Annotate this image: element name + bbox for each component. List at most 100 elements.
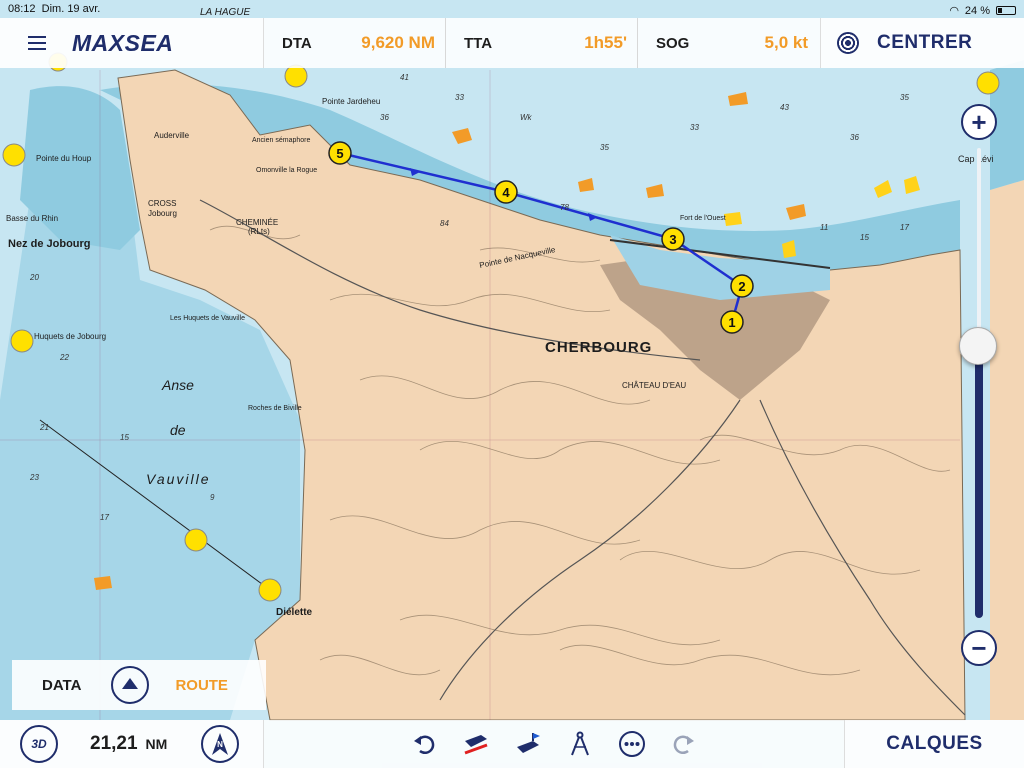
center-button-label: CENTRER: [877, 32, 973, 53]
label-auderville: Auderville: [154, 131, 190, 140]
wifi-icon: ◠: [949, 5, 959, 17]
route-boat-icon: [517, 733, 540, 753]
svg-text:4: 4: [502, 185, 510, 200]
svg-text:20: 20: [29, 273, 39, 282]
label-anse: Anse: [161, 377, 194, 393]
svg-text:17: 17: [100, 513, 109, 522]
svg-text:35: 35: [900, 93, 909, 102]
label-dielette: Diélette: [276, 607, 313, 618]
svg-text:41: 41: [400, 73, 409, 82]
status-bar: 08:12 Dim. 19 avr. ◠ 24 %: [0, 0, 1024, 18]
label-huquets: Huquets de Jobourg: [34, 332, 106, 341]
bottom-bar-left: 3D 21,21 NM N: [0, 720, 264, 768]
zoom-track-lower[interactable]: [975, 344, 983, 618]
tide-station[interactable]: [258, 578, 282, 602]
chevron-up-icon: [122, 678, 139, 689]
svg-text:9: 9: [210, 493, 215, 502]
svg-text:33: 33: [455, 93, 464, 102]
center-button[interactable]: CENTRER: [820, 18, 1024, 68]
svg-text:36: 36: [850, 133, 859, 142]
route-waypoint[interactable]: 3: [661, 227, 685, 251]
metric-value: 9,620 NM: [361, 33, 435, 52]
svg-text:17: 17: [900, 223, 909, 232]
tide-station[interactable]: [976, 71, 1000, 95]
metric-value: 5,0 kt: [764, 33, 808, 52]
label-cherbourg: CHERBOURG: [545, 339, 652, 356]
data-route-panel: DATA ROUTE: [12, 660, 266, 710]
label-jobourg: Jobourg: [148, 209, 177, 218]
label-cheminee: CHEMINÉE: [236, 218, 278, 227]
svg-text:23: 23: [29, 473, 39, 482]
svg-text:2: 2: [738, 279, 745, 294]
top-bar-brand: MAXSEA: [0, 18, 264, 68]
target-icon: [837, 32, 859, 54]
svg-text:22: 22: [59, 353, 69, 362]
label-chateau-eau: CHÂTEAU D'EAU: [622, 381, 686, 390]
layers-button[interactable]: CALQUES: [844, 720, 1024, 768]
label-cross: CROSS: [148, 199, 176, 208]
tide-station[interactable]: [10, 329, 34, 353]
metric-label: SOG: [656, 34, 690, 52]
metric-dta[interactable]: DTA 9,620 NM: [264, 18, 446, 68]
label-de: de: [170, 422, 186, 438]
expand-panel-button[interactable]: [111, 666, 150, 704]
label-rlts: (RLts): [248, 227, 270, 236]
measure-tool-button[interactable]: [565, 729, 595, 759]
route-waypoint[interactable]: 2: [730, 274, 754, 298]
svg-text:33: 33: [690, 123, 699, 132]
metric-label: TTA: [464, 34, 493, 52]
svg-text:15: 15: [860, 233, 869, 242]
label-vauville: Vauville: [146, 471, 211, 487]
boat-track-button[interactable]: [461, 729, 491, 759]
status-left: 08:12 Dim. 19 avr.: [8, 3, 100, 18]
status-right: ◠ 24 %: [949, 3, 1016, 18]
compass-divider-icon: [571, 731, 589, 756]
route-waypoint[interactable]: 4: [494, 180, 518, 204]
label-pointe-jardeheu: Pointe Jardeheu: [322, 97, 380, 106]
label-pointe-hogue: Pointe du Houp: [36, 154, 92, 163]
route-waypoint[interactable]: 1: [720, 310, 744, 334]
status-date: Dim. 19 avr.: [41, 3, 101, 15]
hamburger-menu-icon[interactable]: [28, 36, 46, 50]
route-tab[interactable]: ROUTE: [175, 677, 228, 694]
zoom-out-button[interactable]: −: [961, 630, 997, 666]
label-fort-ouest: Fort de l'Ouest: [680, 215, 726, 222]
nautical-chart[interactable]: 1 2 3 4 5 CHERBOURG Nez de Jobourg Anse …: [0, 0, 1024, 768]
label-semaphore: Ancien sémaphore: [252, 137, 310, 144]
more-dots-icon: [619, 731, 645, 757]
maxsea-logo: MAXSEA: [72, 29, 174, 56]
compass-north-icon: N: [212, 733, 229, 755]
tide-station[interactable]: [2, 143, 26, 167]
svg-text:35: 35: [600, 143, 609, 152]
add-route-button[interactable]: [513, 729, 543, 759]
redo-button[interactable]: [669, 729, 699, 759]
svg-text:84: 84: [440, 219, 449, 228]
undo-button[interactable]: [409, 729, 439, 759]
zoom-in-button[interactable]: +: [961, 104, 997, 140]
tide-station[interactable]: [184, 528, 208, 552]
metric-sog[interactable]: SOG 5,0 kt: [638, 18, 818, 68]
data-tab[interactable]: DATA: [42, 677, 81, 694]
navigation-metrics: DTA 9,620 NM TTA 1h55' SOG 5,0 kt: [264, 18, 820, 68]
more-options-button[interactable]: [617, 729, 647, 759]
svg-text:36: 36: [380, 113, 389, 122]
route-waypoint[interactable]: 5: [328, 141, 352, 165]
route-distance-value: 21,21: [90, 733, 138, 754]
zoom-track-upper[interactable]: [977, 148, 981, 344]
svg-text:21: 21: [39, 423, 49, 432]
zoom-control: + −: [958, 100, 1000, 680]
tide-station[interactable]: [284, 64, 308, 88]
zoom-slider-thumb[interactable]: [959, 327, 997, 365]
metric-tta[interactable]: TTA 1h55': [446, 18, 638, 68]
3d-view-button[interactable]: 3D: [20, 725, 58, 763]
svg-text:43: 43: [780, 103, 789, 112]
svg-text:11: 11: [820, 223, 828, 232]
battery-text: 24 %: [964, 4, 990, 17]
svg-text:15: 15: [120, 433, 129, 442]
label-roches-biville: Roches de Biville: [248, 405, 302, 412]
svg-text:78: 78: [560, 203, 569, 212]
svg-text:1: 1: [728, 315, 735, 330]
route-distance-unit: NM: [145, 736, 168, 752]
north-up-button[interactable]: N: [201, 725, 240, 763]
battery-icon: [996, 6, 1016, 15]
